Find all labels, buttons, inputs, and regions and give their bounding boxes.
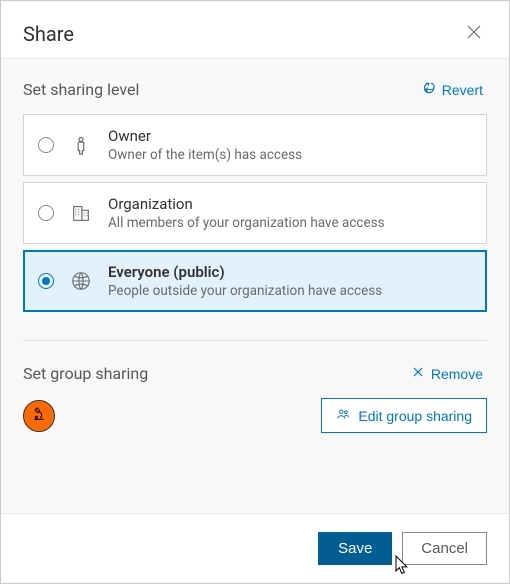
- cancel-button[interactable]: Cancel: [402, 532, 487, 565]
- option-organization-sub: All members of your organization have ac…: [108, 215, 385, 231]
- group-sharing-header: Set group sharing Remove: [23, 363, 487, 384]
- option-owner[interactable]: Owner Owner of the item(s) has access: [23, 114, 487, 176]
- option-everyone-sub: People outside your organization have ac…: [108, 283, 382, 299]
- close-icon: [465, 29, 483, 44]
- group-badge[interactable]: [23, 400, 55, 432]
- microscope-icon: [31, 406, 47, 426]
- option-everyone-text: Everyone (public) People outside your or…: [108, 263, 382, 299]
- option-everyone-title: Everyone (public): [108, 263, 382, 281]
- remove-group-button[interactable]: Remove: [407, 363, 487, 384]
- radio-everyone: [38, 273, 54, 289]
- group-sharing-row: Edit group sharing: [23, 398, 487, 433]
- save-button[interactable]: Save: [318, 532, 392, 565]
- dialog-body: Set sharing level Revert: [1, 58, 509, 514]
- option-organization-text: Organization All members of your organiz…: [108, 195, 385, 231]
- revert-icon: [422, 81, 436, 98]
- group-icon: [336, 407, 350, 424]
- option-owner-sub: Owner of the item(s) has access: [108, 147, 302, 163]
- radio-organization: [38, 205, 54, 221]
- close-button[interactable]: [461, 19, 487, 48]
- sharing-options: Owner Owner of the item(s) has access Or…: [23, 114, 487, 312]
- option-owner-title: Owner: [108, 127, 302, 145]
- section-divider: [23, 340, 487, 341]
- dialog-footer: Save Cancel: [1, 514, 509, 583]
- radio-owner: [38, 137, 54, 153]
- dialog-header: Share: [1, 1, 509, 58]
- option-everyone[interactable]: Everyone (public) People outside your or…: [23, 250, 487, 312]
- revert-button[interactable]: Revert: [418, 79, 487, 100]
- revert-label: Revert: [442, 82, 483, 98]
- share-dialog: Share Set sharing level Revert: [0, 0, 510, 584]
- sharing-level-header: Set sharing level Revert: [23, 79, 487, 100]
- sharing-level-label: Set sharing level: [23, 80, 139, 99]
- edit-group-sharing-button[interactable]: Edit group sharing: [321, 398, 487, 433]
- globe-icon: [68, 270, 94, 292]
- option-organization-title: Organization: [108, 195, 385, 213]
- group-sharing-label: Set group sharing: [23, 364, 148, 383]
- remove-icon: [411, 365, 425, 382]
- edit-group-sharing-label: Edit group sharing: [358, 408, 472, 424]
- option-organization[interactable]: Organization All members of your organiz…: [23, 182, 487, 244]
- remove-label: Remove: [431, 366, 483, 382]
- option-owner-text: Owner Owner of the item(s) has access: [108, 127, 302, 163]
- owner-icon: [68, 134, 94, 156]
- dialog-title: Share: [23, 22, 74, 46]
- organization-icon: [68, 202, 94, 224]
